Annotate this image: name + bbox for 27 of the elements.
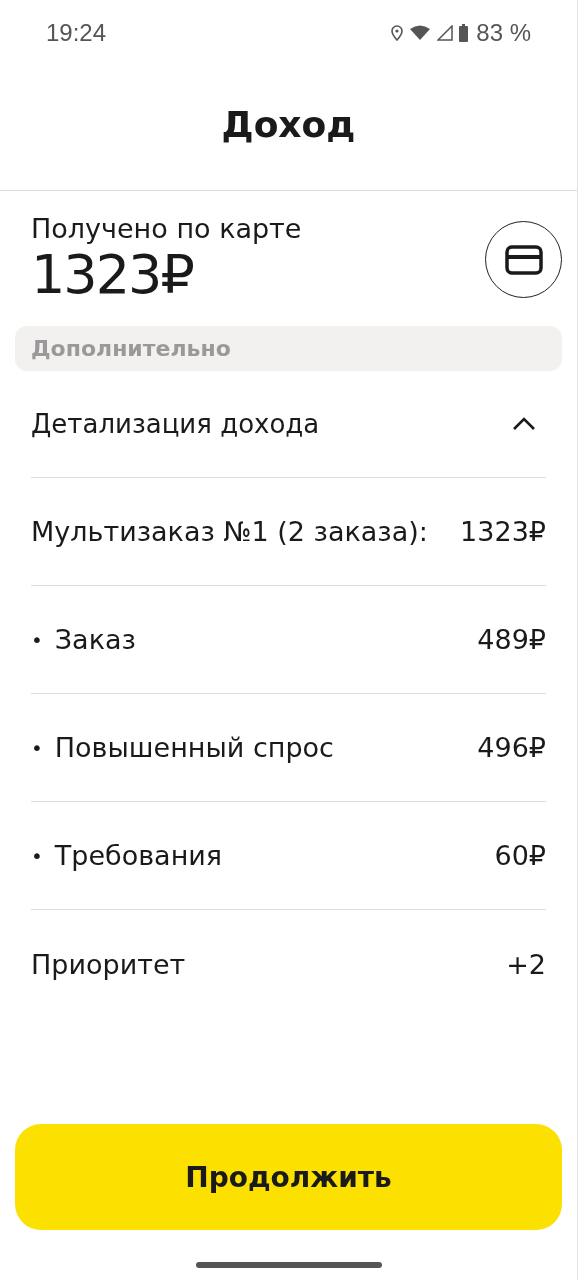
row-value: 489₽ (477, 624, 546, 656)
battery-icon (459, 24, 469, 42)
row-value: +2 (506, 948, 546, 980)
row-value: 60₽ (494, 840, 546, 872)
continue-button[interactable]: Продолжить (15, 1124, 562, 1230)
row-label: Приоритет (31, 948, 186, 980)
summary-amount: 1323₽ (31, 244, 194, 307)
chevron-icon[interactable] (512, 417, 536, 432)
signal-icon (437, 25, 454, 41)
row-value: 1323₽ (460, 516, 546, 548)
section-bar: Дополнительно (15, 326, 562, 372)
bullet: • (31, 735, 43, 760)
wifi-icon (409, 25, 432, 41)
status-time: 19:24 (46, 19, 107, 47)
row-label: Заказ (54, 624, 136, 656)
battery-level: 83 % (476, 19, 531, 47)
row-label: Требования (54, 840, 223, 872)
summary-label: Получено по карте (31, 213, 302, 244)
location-icon (391, 25, 404, 41)
details-title: Детализация дохода (31, 409, 320, 440)
row-label: Мультизаказ №1 (2 заказа): (31, 516, 428, 548)
bullet: • (31, 627, 43, 652)
row-label: Повышенный спрос (54, 732, 334, 764)
page-title: Доход (221, 103, 356, 147)
card-icon (504, 244, 543, 275)
row-value: 496₽ (477, 732, 546, 764)
bullet: • (31, 843, 43, 868)
